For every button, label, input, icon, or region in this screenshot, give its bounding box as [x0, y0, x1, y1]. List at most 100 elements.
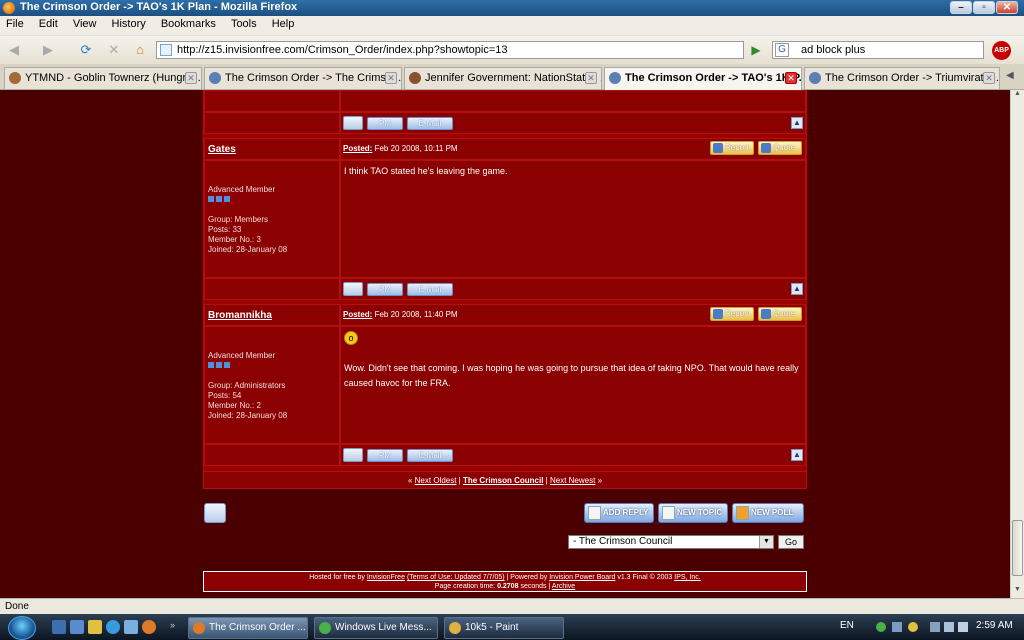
adblock-icon[interactable]: ABP: [992, 41, 1011, 60]
new-poll-button[interactable]: NEW POLL: [732, 503, 804, 523]
clock[interactable]: 2:59 AM: [976, 620, 1013, 631]
network-icon[interactable]: [930, 622, 940, 632]
profile-icon[interactable]: [343, 448, 363, 462]
ipb-link[interactable]: Invision Power Board: [549, 574, 615, 581]
menu-bar: File Edit View History Bookmarks Tools H…: [0, 16, 1024, 36]
profile-icon[interactable]: [343, 282, 363, 296]
scroll-down-icon[interactable]: ▼: [1012, 586, 1023, 598]
tab-crimson-triumvirate[interactable]: The Crimson Order -> Triumvirate: ... ✕: [804, 67, 1000, 89]
post-userinfo: Advanced Member Group: Members Posts: 33…: [204, 160, 340, 278]
forward-icon[interactable]: ▶: [38, 40, 58, 60]
reload-icon[interactable]: ⟳: [76, 40, 96, 60]
chevron-down-icon[interactable]: ▼: [759, 536, 773, 548]
menu-file[interactable]: File: [0, 16, 30, 30]
tab-favicon: [609, 72, 621, 84]
tab-close-icon[interactable]: ✕: [385, 72, 397, 84]
post-body: I think TAO stated he's leaving the game…: [340, 160, 806, 278]
poll-icon: [736, 506, 749, 520]
stop-icon[interactable]: ✕: [104, 40, 124, 60]
tab-close-icon[interactable]: ✕: [983, 72, 995, 84]
report-button[interactable]: Report: [710, 141, 754, 155]
menu-help[interactable]: Help: [266, 16, 301, 30]
language-indicator[interactable]: EN: [840, 620, 854, 631]
google-icon[interactable]: G: [775, 43, 789, 57]
home-icon[interactable]: ⌂: [130, 40, 150, 60]
report-button[interactable]: Report: [710, 307, 754, 321]
quote-button[interactable]: Quote: [758, 141, 802, 155]
messenger-icon: [319, 622, 331, 634]
tab-close-icon[interactable]: ✕: [585, 72, 597, 84]
task-firefox[interactable]: The Crimson Order ...: [188, 617, 308, 639]
go-arrow-icon[interactable]: ▶: [748, 41, 764, 59]
next-oldest-link[interactable]: Next Oldest: [415, 476, 457, 485]
surprised-emoticon-icon: o: [344, 331, 358, 345]
maximize-button[interactable]: ▫: [973, 1, 995, 14]
show-desktop-icon[interactable]: [52, 620, 66, 634]
firefox-quicklaunch-icon[interactable]: [142, 620, 156, 634]
tray-icon[interactable]: [892, 622, 902, 632]
go-button[interactable]: Go: [778, 535, 804, 549]
ips-link[interactable]: IPS, Inc.: [674, 574, 700, 581]
menu-history[interactable]: History: [106, 16, 152, 30]
minimize-button[interactable]: –: [950, 1, 972, 14]
back-icon[interactable]: ◀: [4, 40, 24, 60]
forum-link[interactable]: The Crimson Council: [463, 476, 543, 485]
menu-tools[interactable]: Tools: [225, 16, 263, 30]
quote-button[interactable]: Quote: [758, 307, 802, 321]
messenger-tray-icon[interactable]: [876, 622, 886, 632]
tab-crimson-active[interactable]: The Crimson Order -> TAO's 1K P... ✕: [604, 67, 802, 90]
scroll-thumb[interactable]: [1012, 520, 1023, 576]
pm-button[interactable]: PM: [367, 449, 403, 462]
ie-icon[interactable]: [106, 620, 120, 634]
close-button[interactable]: ✕: [996, 1, 1018, 14]
post-author-link[interactable]: Gates: [208, 144, 236, 155]
page-scrollbar[interactable]: ▲ ▼: [1010, 90, 1024, 598]
forum-jump-select[interactable]: - The Crimson Council ▼: [568, 535, 774, 549]
address-bar[interactable]: http://z15.invisionfree.com/Crimson_Orde…: [156, 41, 744, 59]
rank-pips-icon: [208, 196, 232, 202]
email-button[interactable]: E-Mail: [407, 283, 453, 296]
profile-icon[interactable]: [343, 116, 363, 130]
tab-close-icon[interactable]: ✕: [785, 72, 797, 84]
top-arrow-icon[interactable]: ▲: [791, 117, 803, 129]
power-icon[interactable]: [958, 622, 968, 632]
tray-icon[interactable]: [908, 622, 918, 632]
task-paint[interactable]: 10k5 - Paint: [444, 617, 564, 639]
start-button[interactable]: [8, 616, 36, 640]
quote-icon: [761, 143, 771, 153]
archive-link[interactable]: Archive: [552, 583, 575, 590]
folder-icon[interactable]: [88, 620, 102, 634]
top-arrow-icon[interactable]: ▲: [791, 449, 803, 461]
tab-scroll-icon[interactable]: ◀: [1006, 70, 1014, 81]
tab-crimson-1[interactable]: The Crimson Order -> The Crimso... ✕: [204, 67, 402, 89]
email-button[interactable]: E-Mail: [407, 117, 453, 130]
email-button[interactable]: E-Mail: [407, 449, 453, 462]
user-rank: Advanced Member: [208, 351, 276, 360]
volume-icon[interactable]: [944, 622, 954, 632]
menu-edit[interactable]: Edit: [33, 16, 64, 30]
new-topic-button[interactable]: NEW TOPIC: [658, 503, 728, 523]
add-reply-button[interactable]: ADD REPLY: [584, 503, 654, 523]
terms-link[interactable]: (Terms of Use: Updated 7/7/05): [407, 574, 505, 581]
tab-close-icon[interactable]: ✕: [185, 72, 197, 84]
user-member-no: Member No.: 2: [208, 401, 261, 410]
forum-topic: PM E-Mail ▲ Gates Posted: Feb 20 2008, 1…: [203, 90, 807, 480]
pm-button[interactable]: PM: [367, 283, 403, 296]
menu-view[interactable]: View: [67, 16, 103, 30]
next-newest-link[interactable]: Next Newest: [550, 476, 595, 485]
pm-button[interactable]: PM: [367, 117, 403, 130]
invisionfree-link[interactable]: InvisionFree: [367, 574, 405, 581]
switch-windows-icon[interactable]: [70, 620, 84, 634]
post-header: Posted: Feb 20 2008, 10:11 PM Report Quo…: [340, 138, 806, 160]
tab-nationstates[interactable]: Jennifer Government: NationStates ... ✕: [404, 67, 602, 89]
task-messenger[interactable]: Windows Live Mess...: [314, 617, 438, 639]
menu-bookmarks[interactable]: Bookmarks: [155, 16, 222, 30]
scroll-up-icon[interactable]: ▲: [1012, 90, 1023, 102]
top-arrow-icon[interactable]: ▲: [791, 283, 803, 295]
search-input[interactable]: G ad block plus: [772, 41, 984, 59]
post-author-link[interactable]: Bromannikha: [208, 310, 272, 321]
tab-ytmnd[interactable]: YTMND - Goblin Townerz (Hungry ... ✕: [4, 67, 202, 89]
topic-options-icon[interactable]: [204, 503, 226, 523]
search-icon[interactable]: [124, 620, 138, 634]
quicklaunch-more-icon[interactable]: »: [170, 620, 175, 630]
